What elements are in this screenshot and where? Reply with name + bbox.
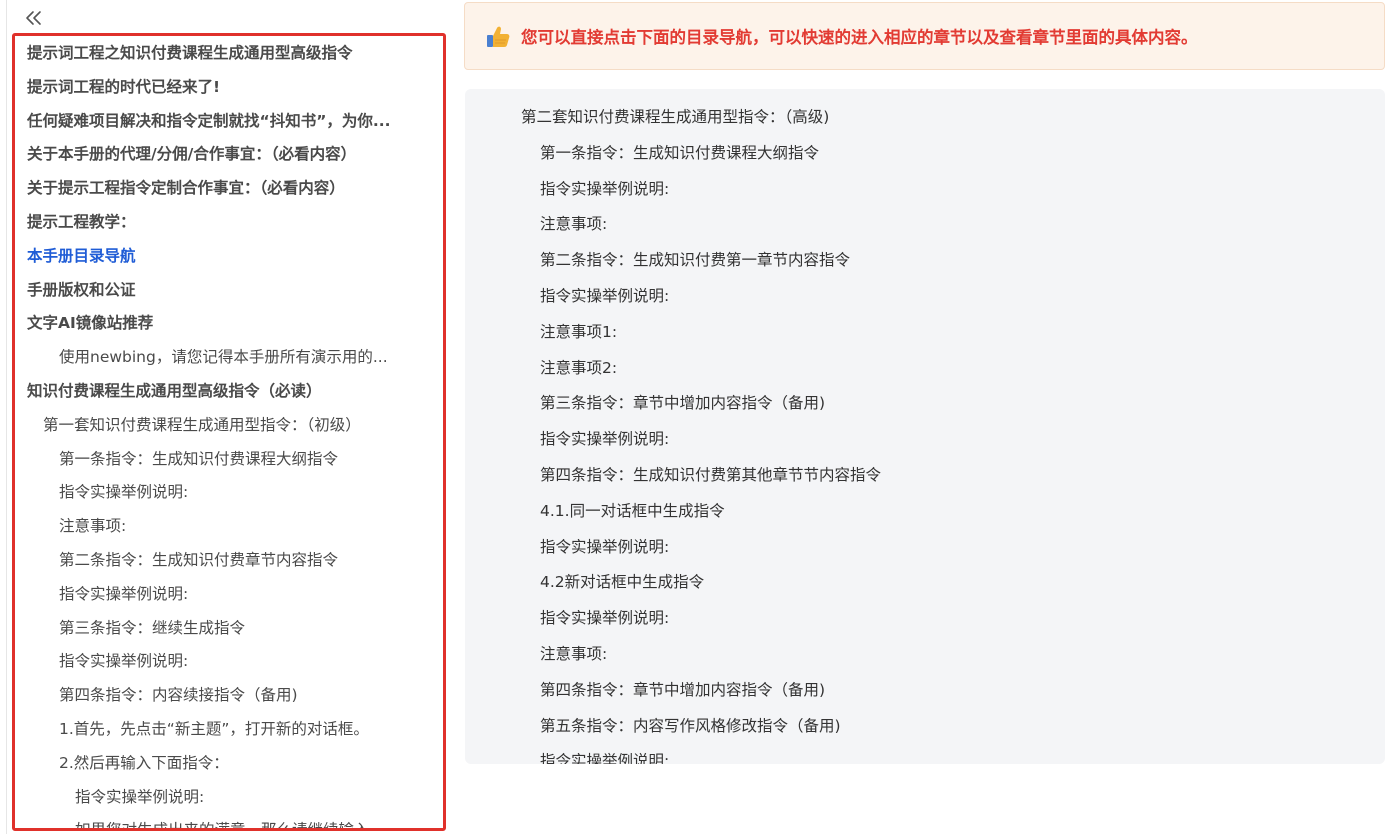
contents-item[interactable]: 第三条指令：章节中增加内容指令（备用) (465, 386, 1385, 422)
contents-panel: 第二套知识付费课程生成通用型指令：（高级) 第一条指令：生成知识付费课程大纲指令指… (465, 89, 1385, 764)
contents-item[interactable]: 指令实操举例说明: (465, 279, 1385, 315)
toc-item[interactable]: 如果您对生成出来的满意，那么请继续输入... (15, 814, 443, 828)
toc-item[interactable]: 知识付费课程生成通用型高级指令（必读） (15, 375, 443, 409)
contents-item[interactable]: 注意事项: (465, 207, 1385, 243)
contents-item[interactable]: 4.1.同一对话框中生成指令 (465, 494, 1385, 530)
contents-item[interactable]: 第四条指令：生成知识付费第其他章节节内容指令 (465, 458, 1385, 494)
toc-item[interactable]: 第三条指令：继续生成指令 (15, 612, 443, 646)
toc-item[interactable]: 使用newbing，请您记得本手册所有演示用的... (15, 341, 443, 375)
toc-item[interactable]: 指令实操举例说明: (15, 578, 443, 612)
contents-list: 第二套知识付费课程生成通用型指令：（高级) 第一条指令：生成知识付费课程大纲指令指… (465, 89, 1385, 764)
toc-item[interactable]: 提示词工程的时代已经来了! (15, 71, 443, 105)
thumbs-up-icon (487, 26, 510, 47)
contents-item[interactable]: 4.2新对话框中生成指令 (465, 565, 1385, 601)
contents-item[interactable]: 第四条指令：章节中增加内容指令（备用) (465, 673, 1385, 709)
toc-item[interactable]: 第二条指令：生成知识付费章节内容指令 (15, 544, 443, 578)
contents-item[interactable]: 指令实操举例说明: (465, 422, 1385, 458)
toc-item-active[interactable]: 本手册目录导航 (15, 240, 443, 274)
contents-item[interactable]: 指令实操举例说明: (465, 744, 1385, 764)
contents-item[interactable]: 第一条指令：生成知识付费课程大纲指令 (465, 136, 1385, 172)
toc-item[interactable]: 提示工程教学： (15, 206, 443, 240)
toc-item[interactable]: 第一套知识付费课程生成通用型指令：（初级） (15, 409, 443, 443)
double-chevron-left-icon (26, 11, 41, 25)
contents-item[interactable]: 注意事项1: (465, 315, 1385, 351)
toc-item[interactable]: 关于提示工程指令定制合作事宜：（必看内容） (15, 172, 443, 206)
toc-item[interactable]: 手册版权和公证 (15, 274, 443, 308)
contents-item[interactable]: 指令实操举例说明: (465, 601, 1385, 637)
toc-item[interactable]: 关于本手册的代理/分佣/合作事宜：（必看内容） (15, 138, 443, 172)
notice-banner: 您可以直接点击下面的目录导航，可以快速的进入相应的章节以及查看章节里面的具体内容… (464, 2, 1385, 70)
toc-sidebar: 提示词工程之知识付费课程生成通用型高级指令 提示词工程的时代已经来了! 任何疑难项目… (12, 33, 446, 831)
contents-item[interactable]: 指令实操举例说明: (465, 172, 1385, 208)
left-divider (6, 0, 7, 834)
toc-item[interactable]: 文字AI镜像站推荐 (15, 307, 443, 341)
toc-item[interactable]: 指令实操举例说明: (15, 476, 443, 510)
contents-item[interactable]: 第二条指令：生成知识付费第一章节内容指令 (465, 243, 1385, 279)
toc-item[interactable]: 注意事项: (15, 510, 443, 544)
toc-item[interactable]: 提示词工程之知识付费课程生成通用型高级指令 (15, 37, 443, 71)
toc-item[interactable]: 第四条指令：内容续接指令（备用) (15, 679, 443, 713)
toc-item[interactable]: 1.首先，先点击“新主题”，打开新的对话框。 (15, 713, 443, 747)
toc-item[interactable]: 指令实操举例说明: (15, 645, 443, 679)
notice-text: 您可以直接点击下面的目录导航，可以快速的进入相应的章节以及查看章节里面的具体内容… (521, 28, 1198, 47)
contents-item[interactable]: 注意事项2: (465, 351, 1385, 387)
contents-item[interactable]: 指令实操举例说明: (465, 530, 1385, 566)
page: 提示词工程之知识付费课程生成通用型高级指令 提示词工程的时代已经来了! 任何疑难项目… (0, 0, 1385, 834)
contents-item[interactable]: 第二套知识付费课程生成通用型指令：（高级) (465, 100, 1385, 136)
contents-item[interactable]: 注意事项: (465, 637, 1385, 673)
collapse-sidebar-button[interactable] (24, 8, 44, 28)
toc-item[interactable]: 任何疑难项目解决和指令定制就找“抖知书”，为你... (15, 105, 443, 139)
toc-item[interactable]: 第一条指令：生成知识付费课程大纲指令 (15, 443, 443, 477)
toc-item[interactable]: 2.然后再输入下面指令： (15, 747, 443, 781)
toc-item[interactable]: 指令实操举例说明: (15, 781, 443, 815)
contents-item[interactable]: 第五条指令：内容写作风格修改指令（备用) (465, 709, 1385, 745)
toc-list: 提示词工程之知识付费课程生成通用型高级指令 提示词工程的时代已经来了! 任何疑难项目… (15, 36, 443, 828)
